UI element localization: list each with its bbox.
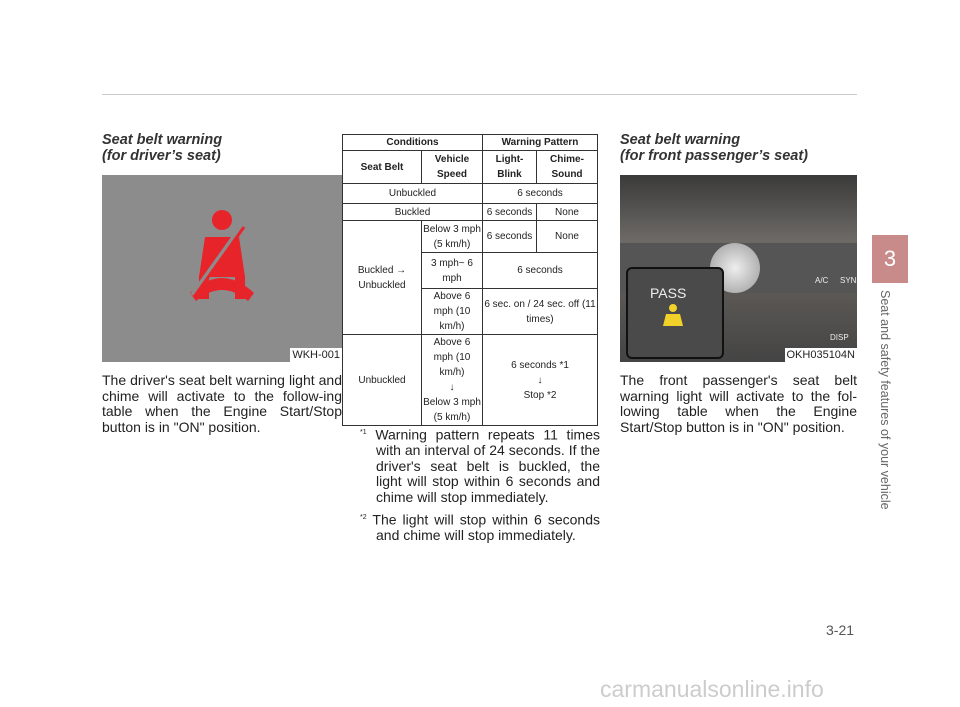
disp-button: DISP: [830, 333, 849, 342]
cell: Above 6 mph (10 km/h) ↓ Below 3 mph (5 km/…: [421, 334, 483, 426]
driver-seatbelt-image: WKH-001: [102, 175, 342, 362]
th-vehicle-speed: Vehicle Speed: [421, 150, 483, 184]
cell: Buckled: [342, 203, 483, 221]
cell: 6 seconds: [482, 203, 537, 221]
cell: Buckled → Unbuckled: [342, 220, 422, 335]
cell: Above 6 mph (10 km/h): [421, 288, 483, 335]
seatbelt-warning-icon: [190, 210, 254, 301]
passenger-body-text: The front passenger's seat belt warning …: [620, 372, 857, 435]
cell: 6 seconds: [482, 220, 537, 253]
speed-to: Below 3 mph (5 km/h): [423, 397, 481, 423]
chapter-tab[interactable]: 3: [872, 235, 908, 283]
speed-from: Above 6 mph (10 km/h): [433, 337, 471, 378]
down-arrow: ↓: [537, 374, 543, 386]
th-conditions: Conditions: [342, 134, 483, 151]
cell: None: [536, 220, 598, 253]
cell: Unbuckled: [342, 334, 422, 426]
footnote-text: Warning pattern repeats 11 times with an…: [375, 426, 600, 505]
footnote-mark: *2: [360, 514, 367, 522]
th-warning-pattern: Warning Pattern: [482, 134, 598, 151]
cell: 6 seconds *1 ↓ Stop *2: [482, 334, 598, 426]
cell: 6 seconds: [482, 183, 598, 204]
watermark: carmanualsonline.info: [600, 676, 824, 702]
heading-line: (for front passenger’s seat): [620, 148, 809, 164]
driver-body-text: The driver's seat belt warning light and…: [102, 372, 342, 435]
th-chime-sound: Chime-Sound: [536, 150, 598, 184]
passenger-seatbelt-icon: [663, 304, 683, 326]
heading-line: (for driver’s seat): [102, 148, 221, 164]
cell: None: [536, 203, 598, 221]
cell: 3 mph~ 6 mph: [421, 252, 483, 289]
footnote-mark: *1: [360, 429, 367, 436]
heading-line: Seat belt warning: [620, 132, 741, 148]
chapter-title: Seat and safety features of your vehicle: [878, 290, 892, 510]
down-arrow: ↓: [449, 382, 455, 393]
footnote: *2 The light will stop within 6 seconds …: [360, 510, 600, 544]
cell: Below 3 mph (5 km/h): [421, 220, 483, 253]
driver-seat-heading: Seat belt warning (for driver’s seat): [102, 132, 222, 164]
th-light-blink: Light-Blink: [482, 150, 537, 184]
pattern-to: Stop *2: [523, 389, 557, 401]
pattern-from: 6 seconds *1: [511, 359, 569, 371]
th-seat-belt: Seat Belt: [342, 150, 422, 184]
image-caption: OKH035104N: [784, 348, 857, 362]
header-rule: [102, 94, 857, 95]
image-caption: WKH-001: [290, 348, 342, 362]
heading-line: Seat belt warning: [102, 132, 223, 148]
warning-table: Conditions Warning Pattern Seat Belt Vehic…: [342, 134, 598, 426]
sync-button: SYNC: [840, 276, 857, 285]
pass-label: PASS: [650, 285, 687, 301]
cell: 6 sec. on / 24 sec. off (11 times): [482, 288, 598, 335]
footnotes: *1 Warning pattern repeats 11 times with…: [360, 425, 600, 549]
page-number: 3-21: [826, 622, 855, 638]
pass-indicator-inset: PASS: [626, 267, 724, 359]
footnote-text: The light will stop within 6 seconds and…: [372, 511, 600, 544]
ac-button: A/C: [815, 276, 829, 285]
cell: Unbuckled: [342, 183, 483, 204]
cell: 6 seconds: [482, 252, 598, 289]
passenger-seat-heading: Seat belt warning (for front passenger’s …: [620, 132, 808, 164]
passenger-seatbelt-image: A/C SYNC DISP PASS OKH035104N: [620, 175, 857, 362]
footnote: *1 Warning pattern repeats 11 times with…: [360, 425, 600, 505]
